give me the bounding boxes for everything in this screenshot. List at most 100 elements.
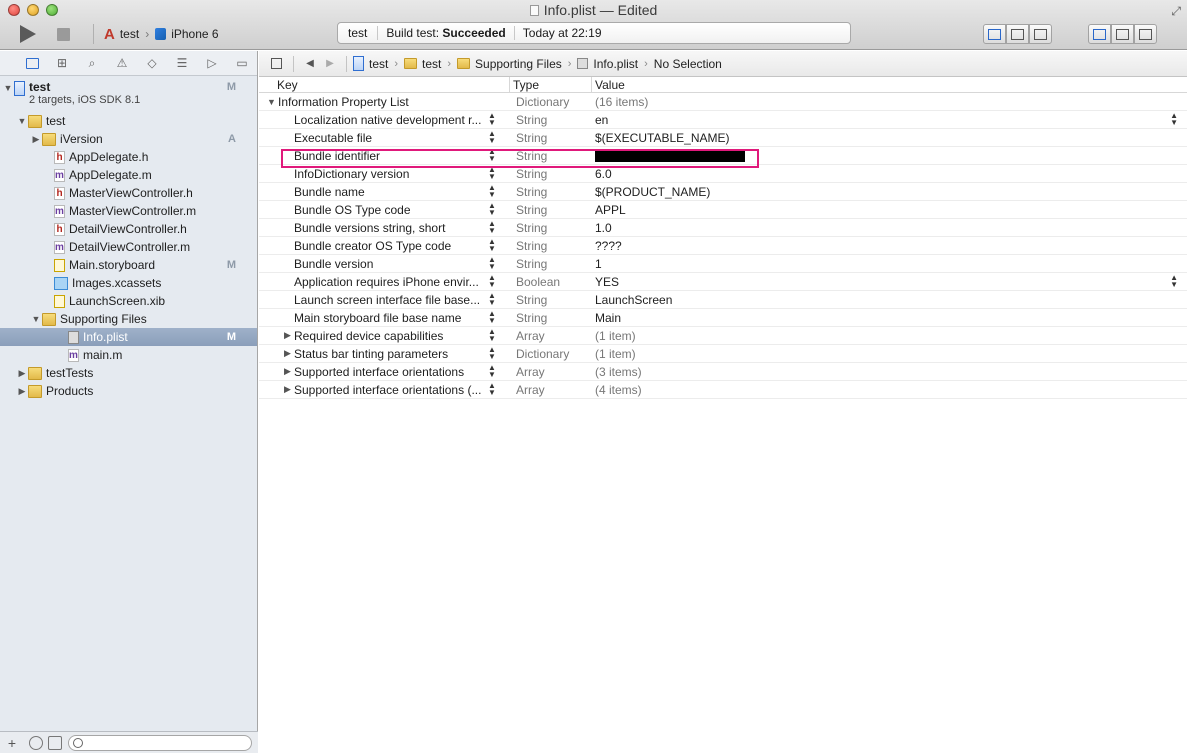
plist-value[interactable]: $(EXECUTABLE_NAME) <box>595 131 1187 145</box>
plist-value[interactable]: ???? <box>595 239 1187 253</box>
breakpoint-icon[interactable]: ▷ <box>197 51 227 76</box>
key-stepper-icon[interactable]: ▲ ▼ <box>488 310 496 325</box>
disclosure-open-icon[interactable]: ▼ <box>30 314 42 324</box>
plist-value[interactable] <box>595 149 1187 163</box>
key-stepper-icon[interactable]: ▲ ▼ <box>488 148 496 163</box>
standard-editor-icon[interactable] <box>983 24 1006 44</box>
plist-root-row[interactable]: ▼ Information Property List Dictionary (… <box>259 93 1187 111</box>
run-button[interactable] <box>20 25 36 43</box>
tree-item-appdelegate-m[interactable]: m AppDelegate.m <box>0 166 257 184</box>
key-stepper-icon[interactable]: ▲ ▼ <box>488 292 496 307</box>
folder-icon[interactable] <box>17 51 47 76</box>
disclosure-open-icon[interactable]: ▼ <box>16 116 28 126</box>
column-header-type[interactable]: Type <box>510 76 592 93</box>
plist-value[interactable]: en <box>595 113 1187 127</box>
plist-row[interactable]: Launch screen interface file base... ▲ ▼ … <box>259 291 1187 309</box>
tree-item-iversion[interactable]: ▶ iVersion A <box>0 130 257 148</box>
scheme-selector[interactable]: A test › iPhone 6 <box>93 24 219 44</box>
plist-row[interactable]: ▶ Required device capabilities ▲ ▼ Array … <box>259 327 1187 345</box>
recent-files-clock-icon[interactable] <box>29 735 43 750</box>
key-stepper-icon[interactable]: ▲ ▼ <box>488 184 496 199</box>
breadcrumb-supporting-files[interactable]: Supporting Files <box>475 57 562 71</box>
column-header-value[interactable]: Value <box>592 77 1187 93</box>
search-icon[interactable]: ⌕ <box>77 51 107 76</box>
key-stepper-icon[interactable]: ▲ ▼ <box>488 220 496 235</box>
log-bubble-icon[interactable]: ▭ <box>227 51 257 76</box>
key-stepper-icon[interactable]: ▲ ▼ <box>488 256 496 271</box>
plist-value[interactable]: 1.0 <box>595 221 1187 235</box>
forward-arrow-icon[interactable]: ▶ <box>320 58 340 69</box>
tree-item-testtests[interactable]: ▶ testTests <box>0 364 257 382</box>
tree-item-launchscreen-xib[interactable]: LaunchScreen.xib <box>0 292 257 310</box>
value-stepper-icon[interactable]: ▲ ▼ <box>1170 112 1178 127</box>
utilities-toggle-icon[interactable] <box>1134 24 1157 44</box>
navigator-filter-input[interactable] <box>68 734 252 751</box>
key-stepper-icon[interactable]: ▲ ▼ <box>488 328 496 343</box>
tree-item-supporting-files[interactable]: ▼ Supporting Files <box>0 310 257 328</box>
plist-value[interactable]: $(PRODUCT_NAME) <box>595 185 1187 199</box>
key-stepper-icon[interactable]: ▲ ▼ <box>488 364 496 379</box>
disclosure-open-icon[interactable]: ▼ <box>2 83 14 93</box>
test-diamond-icon[interactable]: ◇ <box>137 51 167 76</box>
tree-item-detailviewcontroller-h[interactable]: h DetailViewController.h <box>0 220 257 238</box>
plist-row[interactable]: InfoDictionary version ▲ ▼ String 6.0 <box>259 165 1187 183</box>
tree-item-test-group[interactable]: ▼ test <box>0 112 257 130</box>
plist-row[interactable]: Localization native development r... ▲ ▼ … <box>259 111 1187 129</box>
plist-row[interactable]: ▶ Supported interface orientations ▲ ▼ Ar… <box>259 363 1187 381</box>
tree-item-products[interactable]: ▶ Products <box>0 382 257 400</box>
value-stepper-icon[interactable]: ▲ ▼ <box>1170 274 1178 289</box>
assistant-editor-icon[interactable] <box>1006 24 1029 44</box>
plist-row[interactable]: Bundle creator OS Type code ▲ ▼ String ??… <box>259 237 1187 255</box>
key-stepper-icon[interactable]: ▲ ▼ <box>488 382 496 397</box>
plist-row[interactable]: Main storyboard file base name ▲ ▼ String… <box>259 309 1187 327</box>
plist-row[interactable]: ▶ Supported interface orientations (... … <box>259 381 1187 399</box>
tree-item-masterviewcontroller-h[interactable]: h MasterViewController.h <box>0 184 257 202</box>
version-editor-icon[interactable] <box>1029 24 1052 44</box>
project-row[interactable]: ▼ test 2 targets, iOS SDK 8.1 M <box>0 78 257 112</box>
add-file-button[interactable]: + <box>0 735 24 751</box>
tree-item-info-plist[interactable]: Info.plist M <box>0 328 257 346</box>
plist-row[interactable]: Bundle name ▲ ▼ String $(PRODUCT_NAME) <box>259 183 1187 201</box>
disclosure-closed-icon[interactable]: ▶ <box>16 368 28 379</box>
plist-value[interactable]: YES <box>595 275 1187 289</box>
tree-item-detailviewcontroller-m[interactable]: m DetailViewController.m <box>0 238 257 256</box>
tree-item-main-storyboard[interactable]: Main.storyboard M <box>0 256 257 274</box>
plist-value[interactable]: 1 <box>595 257 1187 271</box>
stop-button[interactable] <box>57 28 70 41</box>
column-header-key[interactable]: Key <box>259 76 510 93</box>
key-stepper-icon[interactable]: ▲ ▼ <box>488 112 496 127</box>
plist-row-bundle-identifier[interactable]: Bundle identifier ▲ ▼ String <box>259 147 1187 165</box>
plist-value[interactable]: APPL <box>595 203 1187 217</box>
debug-area-toggle-icon[interactable] <box>1111 24 1134 44</box>
key-stepper-icon[interactable]: ▲ ▼ <box>488 130 496 145</box>
plist-value[interactable]: Main <box>595 311 1187 325</box>
plist-value[interactable]: 6.0 <box>595 167 1187 181</box>
breadcrumb-project[interactable]: test <box>369 57 388 71</box>
key-stepper-icon[interactable]: ▲ ▼ <box>488 346 496 361</box>
breadcrumb-file[interactable]: Info.plist <box>593 57 638 71</box>
plist-row[interactable]: Bundle version ▲ ▼ String 1 <box>259 255 1187 273</box>
plist-row[interactable]: Application requires iPhone envir... ▲ ▼ … <box>259 273 1187 291</box>
key-stepper-icon[interactable]: ▲ ▼ <box>488 166 496 181</box>
key-stepper-icon[interactable]: ▲ ▼ <box>488 238 496 253</box>
debug-list-icon[interactable]: ☰ <box>167 51 197 76</box>
plist-row[interactable]: Bundle versions string, short ▲ ▼ String … <box>259 219 1187 237</box>
disclosure-closed-icon[interactable]: ▶ <box>16 386 28 397</box>
plist-row[interactable]: Bundle OS Type code ▲ ▼ String APPL <box>259 201 1187 219</box>
disclosure-closed-icon[interactable]: ▶ <box>30 134 42 145</box>
fullscreen-arrows-icon[interactable]: ⤢ <box>1171 4 1181 19</box>
warning-icon[interactable]: ⚠ <box>107 51 137 76</box>
navigator-toggle-icon[interactable] <box>1088 24 1111 44</box>
key-stepper-icon[interactable]: ▲ ▼ <box>488 202 496 217</box>
related-items-icon[interactable] <box>265 58 287 69</box>
tree-item-images-xcassets[interactable]: Images.xcassets <box>0 274 257 292</box>
plist-row[interactable]: ▶ Status bar tinting parameters ▲ ▼ Dicti… <box>259 345 1187 363</box>
breadcrumb-group[interactable]: test <box>422 57 441 71</box>
tree-item-main-m[interactable]: m main.m <box>0 346 257 364</box>
plist-value[interactable]: LaunchScreen <box>595 293 1187 307</box>
plist-row[interactable]: Executable file ▲ ▼ String $(EXECUTABLE_N… <box>259 129 1187 147</box>
breadcrumb-selection[interactable]: No Selection <box>654 57 722 71</box>
tree-item-appdelegate-h[interactable]: h AppDelegate.h <box>0 148 257 166</box>
hierarchy-icon[interactable]: ⊞ <box>47 51 77 76</box>
scm-filter-icon[interactable] <box>48 735 62 750</box>
